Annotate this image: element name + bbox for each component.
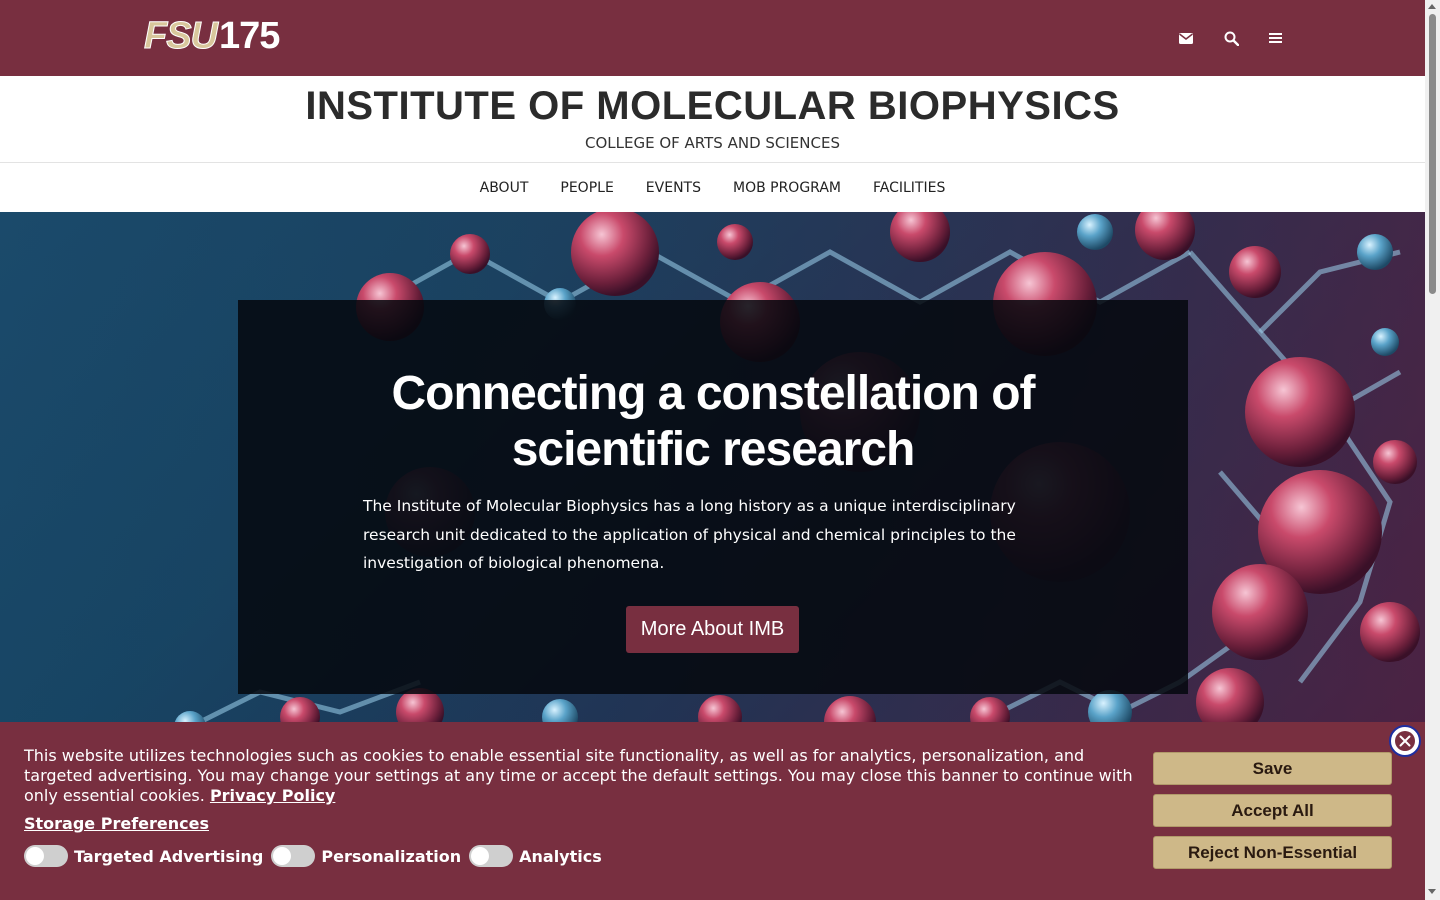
top-bar: FSU 175 — [0, 0, 1425, 76]
menu-icon[interactable] — [1264, 27, 1286, 49]
hero-description: The Institute of Molecular Biophysics ha… — [363, 497, 1016, 572]
toggle-switch[interactable] — [271, 845, 316, 867]
nav-item-events[interactable]: EVENTS — [630, 180, 717, 196]
page: FSU 175 INSTITUTE OF MOLECULAR BIOPHYSIC… — [0, 0, 1425, 900]
toggle-knob — [26, 847, 44, 865]
close-icon — [1395, 731, 1415, 751]
toggle-personalization[interactable]: Personalization — [271, 845, 461, 867]
toggle-knob — [273, 847, 292, 865]
cookie-banner: This website utilizes technologies such … — [0, 722, 1425, 900]
toggle-label-targeted-advertising: Targeted Advertising — [74, 846, 264, 866]
cookie-message: This website utilizes technologies such … — [24, 746, 1133, 805]
hero-title: Connecting a constellation of scientific… — [238, 366, 1188, 478]
scroll-up-arrow-icon[interactable] — [1428, 4, 1436, 9]
scrollbar-thumb[interactable] — [1429, 14, 1436, 294]
page-scrollbar[interactable] — [1425, 0, 1440, 900]
more-about-imb-button[interactable]: More About IMB — [626, 606, 799, 653]
search-icon[interactable] — [1220, 27, 1242, 49]
toggle-label-analytics: Analytics — [519, 846, 602, 866]
fsu175-logo[interactable]: FSU 175 — [144, 15, 281, 57]
nav-item-mob-program[interactable]: MOB PROGRAM — [717, 180, 857, 196]
logo-fsu-text: FSU — [144, 15, 219, 57]
save-button[interactable]: Save — [1153, 752, 1392, 785]
hero-banner: Connecting a constellation of scientific… — [0, 212, 1425, 732]
reject-non-essential-button[interactable]: Reject Non-Essential — [1153, 836, 1392, 869]
envelope-icon[interactable] — [1175, 27, 1197, 49]
toggle-analytics[interactable]: Analytics — [469, 845, 602, 867]
scroll-down-arrow-icon[interactable] — [1428, 889, 1436, 894]
site-title[interactable]: INSTITUTE OF MOLECULAR BIOPHYSICS — [0, 84, 1425, 129]
main-nav: ABOUT PEOPLE EVENTS MOB PROGRAM FACILITI… — [0, 163, 1425, 212]
toggle-switch[interactable] — [469, 845, 514, 867]
hero-card: Connecting a constellation of scientific… — [238, 300, 1188, 694]
toggle-knob — [471, 847, 490, 865]
cookie-text: This website utilizes technologies such … — [24, 746, 1139, 806]
logo-number-text: 175 — [219, 15, 280, 57]
hero-title-line-2: scientific research — [511, 423, 916, 476]
privacy-policy-link[interactable]: Privacy Policy — [210, 786, 335, 805]
site-subtitle[interactable]: COLLEGE OF ARTS AND SCIENCES — [0, 134, 1425, 152]
toggle-label-personalization: Personalization — [321, 846, 462, 866]
accept-all-button[interactable]: Accept All — [1153, 794, 1392, 827]
nav-item-about[interactable]: ABOUT — [464, 180, 545, 196]
nav-item-facilities[interactable]: FACILITIES — [857, 180, 961, 196]
storage-preferences-link[interactable]: Storage Preferences — [24, 814, 209, 833]
cookie-toggles: Targeted Advertising Personalization Ana… — [24, 845, 602, 867]
close-banner-button[interactable] — [1389, 725, 1421, 757]
nav-item-people[interactable]: PEOPLE — [544, 180, 629, 196]
hero-title-line-1: Connecting a constellation of — [391, 367, 1035, 420]
toggle-switch[interactable] — [24, 845, 68, 867]
toggle-targeted-advertising[interactable]: Targeted Advertising — [24, 845, 263, 867]
